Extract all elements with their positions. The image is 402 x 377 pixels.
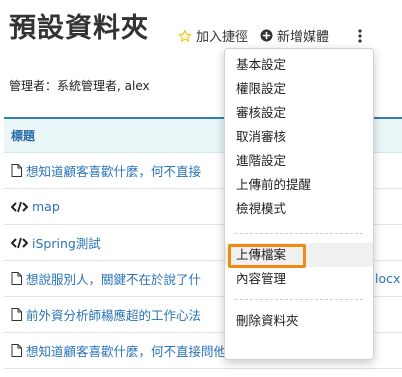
code-icon bbox=[11, 237, 28, 249]
star-icon bbox=[178, 29, 192, 43]
menu-item-cancel-review[interactable]: 取消審核 bbox=[225, 125, 373, 149]
menu-divider bbox=[235, 299, 363, 301]
row-title-link[interactable]: 想說服別人，關鍵不在於說了什 bbox=[26, 269, 201, 288]
more-options-button[interactable] bbox=[353, 26, 367, 46]
menu-item-review-settings[interactable]: 審核設定 bbox=[225, 101, 373, 125]
menu-item-content-management[interactable]: 內容管理 bbox=[225, 267, 373, 291]
add-shortcut-button[interactable]: 加入捷徑 bbox=[178, 26, 248, 45]
row-title-link[interactable]: 前外資分析師楊應超的工作心法 bbox=[26, 305, 201, 324]
row-title-tail: locx bbox=[375, 271, 401, 286]
menu-item-upload-file[interactable]: 上傳檔案 bbox=[225, 243, 373, 268]
menu-item-delete-folder[interactable]: 刪除資料夾 bbox=[225, 309, 373, 333]
document-icon bbox=[11, 344, 22, 357]
kebab-icon bbox=[358, 29, 362, 43]
document-icon bbox=[11, 164, 22, 177]
upload-file-label: 上傳檔案 bbox=[236, 247, 287, 262]
menu-divider bbox=[235, 233, 363, 235]
menu-item-basic-settings[interactable]: 基本設定 bbox=[225, 53, 373, 77]
manager-line: 管理者：系統管理者, alex bbox=[9, 79, 150, 93]
add-shortcut-label: 加入捷徑 bbox=[196, 30, 249, 45]
more-options-menu: 基本設定 權限設定 審核設定 取消審核 進階設定 上傳前的提醒 檢視模式 上傳檔… bbox=[224, 48, 374, 360]
add-media-button[interactable]: 新增媒體 bbox=[260, 26, 329, 45]
menu-item-permission-settings[interactable]: 權限設定 bbox=[225, 77, 373, 101]
plus-circle-icon bbox=[260, 29, 273, 42]
row-title-link[interactable]: iSpring測試 bbox=[32, 233, 101, 252]
page-title: 預設資料夾 bbox=[9, 13, 149, 44]
document-icon bbox=[11, 308, 22, 321]
row-title-link[interactable]: map bbox=[32, 199, 60, 214]
menu-item-advanced-settings[interactable]: 進階設定 bbox=[225, 149, 373, 173]
menu-item-view-mode[interactable]: 檢視模式 bbox=[225, 197, 373, 221]
code-icon bbox=[11, 201, 28, 213]
add-media-label: 新增媒體 bbox=[277, 30, 330, 45]
menu-item-upload-reminder[interactable]: 上傳前的提醒 bbox=[225, 173, 373, 197]
document-icon bbox=[11, 272, 22, 285]
header-actions: 加入捷徑 新增媒體 bbox=[178, 26, 341, 45]
row-title-link[interactable]: 想知道顧客喜歡什麼，何不直接 bbox=[26, 161, 201, 180]
